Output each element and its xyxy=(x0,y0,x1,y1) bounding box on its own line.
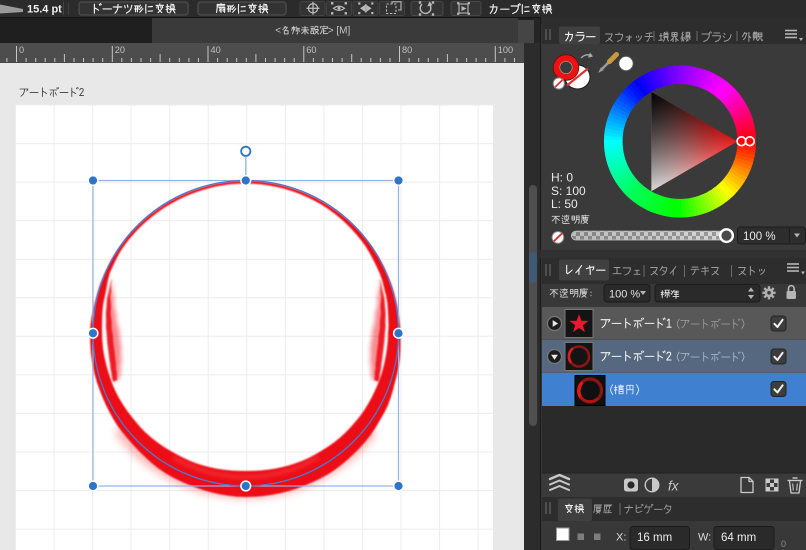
svg-text:80: 80 xyxy=(402,45,412,55)
svg-text:L: 50: L: 50 xyxy=(551,197,578,211)
svg-text:64 mm: 64 mm xyxy=(721,532,756,544)
svg-text:0: 0 xyxy=(19,45,24,55)
svg-text:0: 0 xyxy=(781,539,786,549)
svg-text:20: 20 xyxy=(115,45,125,55)
svg-text:H: 0: H: 0 xyxy=(551,171,573,185)
svg-text:40: 40 xyxy=(211,45,221,55)
svg-text:60: 60 xyxy=(306,45,316,55)
svg-text:100 %: 100 % xyxy=(609,288,640,300)
svg-text:S: 100: S: 100 xyxy=(551,184,586,198)
svg-text:15.4 pt: 15.4 pt xyxy=(27,4,62,16)
svg-text:fx: fx xyxy=(668,479,680,494)
svg-text:W:: W: xyxy=(698,532,711,544)
svg-text:> [M]: > [M] xyxy=(328,26,351,37)
svg-text:16 mm: 16 mm xyxy=(637,532,672,544)
svg-text:<: < xyxy=(275,26,281,37)
svg-text:100: 100 xyxy=(498,45,513,55)
svg-text:100 %: 100 % xyxy=(743,231,776,243)
svg-text:X:: X: xyxy=(616,532,626,544)
